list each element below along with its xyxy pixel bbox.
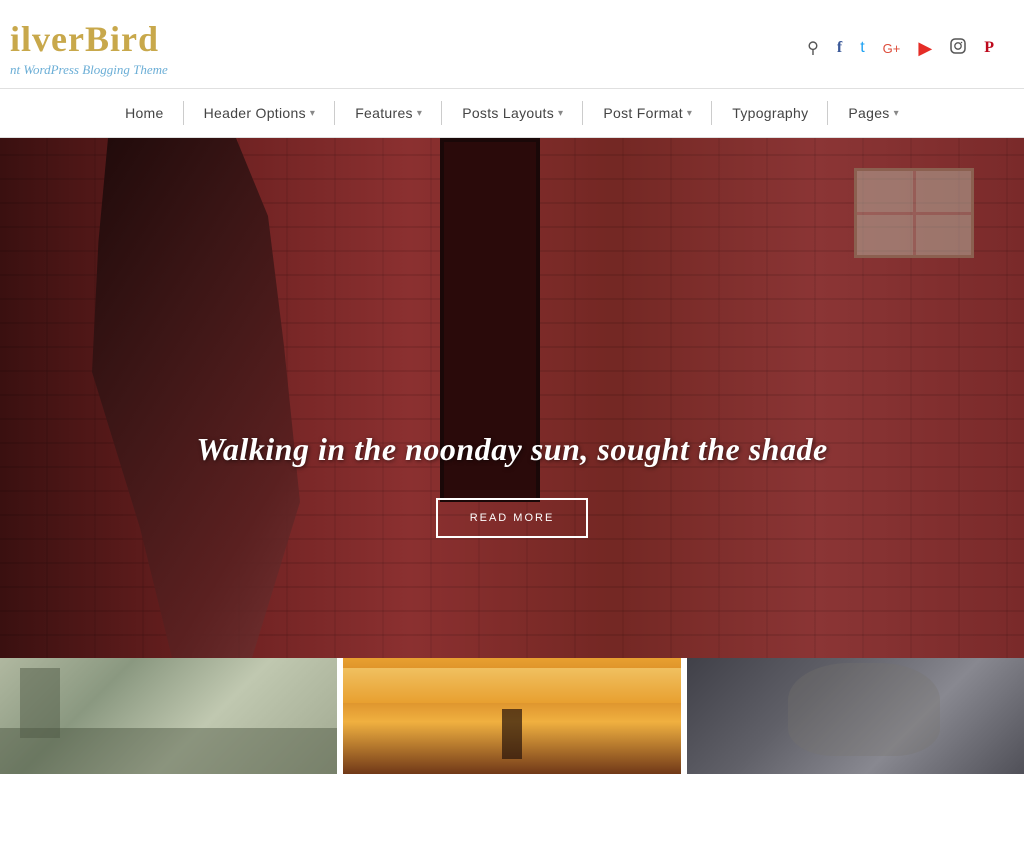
youtube-icon[interactable]: ▶ xyxy=(918,38,932,59)
nav-label-post-format: Post Format xyxy=(603,105,683,121)
window-pane xyxy=(916,171,972,212)
nav-item-features[interactable]: Features ▾ xyxy=(335,89,442,137)
nav-label-pages: Pages xyxy=(848,105,889,121)
header-top: ilverBird nt WordPress Blogging Theme ⚲ … xyxy=(0,0,1024,88)
nav-label-features: Features xyxy=(355,105,413,121)
logo-subtitle: nt WordPress Blogging Theme xyxy=(10,62,168,78)
navigation: Home Header Options ▾ Features ▾ Posts L… xyxy=(0,88,1024,138)
window-pane xyxy=(857,215,913,256)
logo-title: ilverBird xyxy=(10,18,168,60)
card-thumbnail-2[interactable] xyxy=(343,658,686,774)
read-more-button[interactable]: READ MORE xyxy=(436,498,589,538)
nav-item-pages[interactable]: Pages ▾ xyxy=(828,89,919,137)
hero-window-element xyxy=(854,168,974,258)
hero-title: Walking in the noonday sun, sought the s… xyxy=(0,431,1024,468)
window-pane xyxy=(916,215,972,256)
nav-label-home: Home xyxy=(125,105,164,121)
logo-area: ilverBird nt WordPress Blogging Theme xyxy=(10,18,168,78)
chevron-down-icon: ▾ xyxy=(310,108,315,119)
nav-item-typography[interactable]: Typography xyxy=(712,89,828,137)
googleplus-icon[interactable]: G+ xyxy=(883,41,901,56)
pinterest-icon[interactable]: P xyxy=(984,39,994,57)
card-thumbnail-3[interactable] xyxy=(687,658,1024,774)
chevron-down-icon: ▾ xyxy=(687,108,692,119)
cards-section xyxy=(0,658,1024,774)
nav-label-posts-layouts: Posts Layouts xyxy=(462,105,554,121)
nav-label-typography: Typography xyxy=(732,105,808,121)
window-pane xyxy=(857,171,913,212)
card-thumbnail-1[interactable] xyxy=(0,658,343,774)
nav-item-posts-layouts[interactable]: Posts Layouts ▾ xyxy=(442,89,583,137)
hero-content: Walking in the noonday sun, sought the s… xyxy=(0,431,1024,538)
search-icon[interactable]: ⚲ xyxy=(807,38,819,58)
nav-label-header-options: Header Options xyxy=(204,105,306,121)
social-icons: ⚲ f t G+ ▶ P xyxy=(807,38,994,59)
nav-item-post-format[interactable]: Post Format ▾ xyxy=(583,89,712,137)
nav-item-header-options[interactable]: Header Options ▾ xyxy=(184,89,336,137)
chevron-down-icon: ▾ xyxy=(894,108,899,119)
twitter-icon[interactable]: t xyxy=(860,39,864,57)
hero-section: Walking in the noonday sun, sought the s… xyxy=(0,138,1024,658)
instagram-icon[interactable] xyxy=(950,38,966,59)
site-header: ilverBird nt WordPress Blogging Theme ⚲ … xyxy=(0,0,1024,138)
chevron-down-icon: ▾ xyxy=(558,108,563,119)
chevron-down-icon: ▾ xyxy=(417,108,422,119)
nav-item-home[interactable]: Home xyxy=(105,89,184,137)
facebook-icon[interactable]: f xyxy=(837,39,842,57)
